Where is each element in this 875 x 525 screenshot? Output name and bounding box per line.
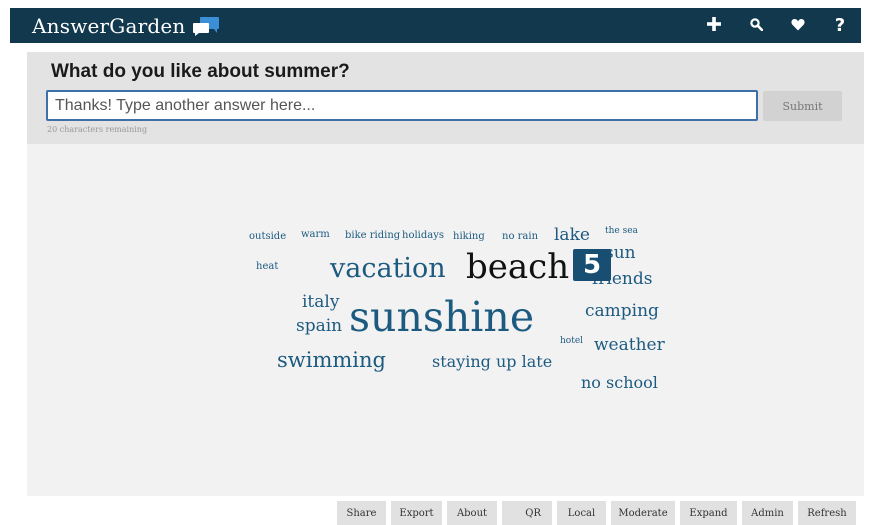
- cloud-word[interactable]: heat: [256, 262, 278, 272]
- answer-count-badge: 5: [573, 249, 611, 281]
- plus-icon: [707, 16, 721, 35]
- cloud-word-highlighted[interactable]: beach: [466, 250, 569, 284]
- admin-button[interactable]: Admin: [742, 501, 793, 525]
- cloud-word[interactable]: spain: [296, 318, 342, 335]
- add-garden-button[interactable]: [693, 8, 735, 43]
- cloud-word[interactable]: sunshine: [349, 297, 534, 338]
- local-button[interactable]: Local: [557, 501, 606, 525]
- cloud-word[interactable]: warm: [301, 230, 330, 240]
- answer-input[interactable]: [46, 90, 758, 121]
- question-panel: What do you like about summer? Submit 20…: [27, 52, 864, 144]
- cloud-word[interactable]: the sea: [605, 227, 638, 236]
- header-nav: ?: [693, 8, 861, 43]
- characters-remaining: 20 characters remaining: [47, 125, 148, 134]
- help-button[interactable]: ?: [819, 8, 861, 43]
- share-button[interactable]: Share: [337, 501, 386, 525]
- export-button[interactable]: Export: [391, 501, 442, 525]
- top-navbar: AnswerGarden ?: [10, 8, 861, 43]
- cloud-word[interactable]: no rain: [502, 232, 538, 242]
- expand-button[interactable]: Expand: [680, 501, 737, 525]
- logo-text: AnswerGarden: [32, 13, 186, 38]
- favorite-button[interactable]: [777, 8, 819, 43]
- cloud-word[interactable]: staying up late: [432, 354, 552, 370]
- cloud-word[interactable]: vacation: [330, 255, 446, 282]
- question-title: What do you like about summer?: [51, 61, 350, 82]
- cloud-word[interactable]: lake: [554, 227, 590, 244]
- footer-toolbar: Share Export About QR Local Moderate Exp…: [0, 500, 875, 525]
- about-button[interactable]: About: [447, 501, 497, 525]
- cloud-word[interactable]: outside: [249, 232, 286, 242]
- cloud-word[interactable]: holidays: [402, 231, 444, 241]
- search-icon: [749, 16, 763, 35]
- help-icon: ?: [834, 15, 846, 36]
- moderate-button[interactable]: Moderate: [611, 501, 675, 525]
- logo[interactable]: AnswerGarden: [32, 11, 220, 40]
- cloud-word[interactable]: swimming: [277, 350, 386, 371]
- search-button[interactable]: [735, 8, 777, 43]
- cloud-word[interactable]: no school: [581, 375, 658, 391]
- cloud-word[interactable]: hiking: [453, 232, 485, 242]
- qr-button[interactable]: QR: [502, 501, 552, 525]
- heart-icon: [791, 16, 805, 35]
- word-cloud: outside warm bike riding holidays hiking…: [27, 144, 864, 496]
- refresh-button[interactable]: Refresh: [798, 501, 856, 525]
- cloud-word[interactable]: camping: [585, 303, 659, 320]
- cloud-word[interactable]: hotel: [560, 337, 583, 346]
- cloud-word[interactable]: italy: [302, 294, 339, 311]
- cloud-word[interactable]: weather: [594, 337, 665, 354]
- submit-button[interactable]: Submit: [763, 91, 842, 121]
- speech-bubbles-icon: [192, 16, 220, 36]
- cloud-word[interactable]: bike riding: [345, 231, 400, 241]
